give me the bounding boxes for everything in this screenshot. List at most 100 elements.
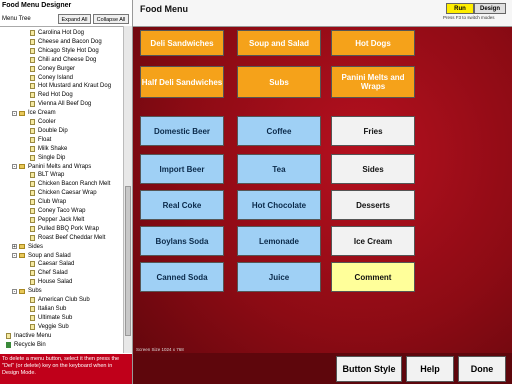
- tree-item[interactable]: Vienna All Beef Dog: [30, 100, 91, 108]
- tree-node-label: Chicken Caesar Wrap: [38, 190, 97, 197]
- menu-button[interactable]: Import Beer: [140, 154, 224, 184]
- menu-button[interactable]: Coffee: [237, 116, 321, 146]
- menu-item-icon: [30, 208, 35, 214]
- tree-item[interactable]: Single Dip: [30, 154, 65, 162]
- tree-item[interactable]: Ultimate Sub: [30, 314, 72, 322]
- menu-button[interactable]: Lemonade: [237, 226, 321, 256]
- tree-node-label: Subs: [28, 288, 42, 295]
- tree-item[interactable]: Double Dip: [30, 127, 68, 135]
- tree-item[interactable]: Red Hot Dog: [30, 91, 73, 99]
- done-button[interactable]: Done: [458, 356, 506, 382]
- help-button[interactable]: Help: [406, 356, 454, 382]
- tree-item[interactable]: Pulled BBQ Pork Wrap: [30, 225, 99, 233]
- tree-item[interactable]: Cheese and Bacon Dog: [30, 38, 102, 46]
- tree-item[interactable]: Milk Shake: [30, 145, 67, 153]
- tree-item[interactable]: Float: [30, 136, 51, 144]
- tree-folder[interactable]: - Ice Cream: [12, 109, 56, 117]
- menu-button[interactable]: Hot Dogs: [331, 30, 415, 56]
- scrollbar-thumb[interactable]: [125, 186, 131, 336]
- tree-folder[interactable]: + Sides: [12, 243, 43, 251]
- menu-button[interactable]: Subs: [237, 66, 321, 98]
- menu-button[interactable]: Tea: [237, 154, 321, 184]
- tree-node-label: Milk Shake: [38, 145, 68, 152]
- tree-node-label: Hot Mustard and Kraut Dog: [38, 83, 112, 90]
- menu-button[interactable]: Canned Soda: [140, 262, 224, 292]
- tree-node-label: Pepper Jack Melt: [38, 216, 85, 223]
- design-mode-button[interactable]: Design: [474, 3, 506, 14]
- menu-button[interactable]: Panini Melts and Wraps: [331, 66, 415, 98]
- menu-button[interactable]: Sides: [331, 154, 415, 184]
- tree-node-label: Cheese and Bacon Dog: [38, 38, 102, 45]
- tree-item[interactable]: Coney Island: [30, 74, 73, 82]
- menu-button[interactable]: Deli Sandwiches: [140, 30, 224, 56]
- tree-item[interactable]: Chicken Bacon Ranch Melt: [30, 180, 110, 188]
- recycle-bin-icon: [6, 341, 11, 348]
- tree-folder[interactable]: - Soup and Salad: [12, 252, 71, 260]
- tree-item[interactable]: Hot Mustard and Kraut Dog: [30, 82, 111, 90]
- menu-item-icon: [30, 297, 35, 303]
- menu-item-icon: [30, 47, 35, 54]
- collapse-all-button[interactable]: Collapse All: [93, 14, 129, 24]
- tree-item[interactable]: Coney Taco Wrap: [30, 207, 85, 215]
- collapse-icon[interactable]: -: [12, 110, 17, 116]
- menu-button[interactable]: Soup and Salad: [237, 30, 321, 56]
- menu-button[interactable]: Real Coke: [140, 190, 224, 220]
- tree-node-label: Float: [38, 136, 52, 143]
- tree-item[interactable]: Chicago Style Hot Dog: [30, 47, 99, 55]
- tree-scrollbar[interactable]: [123, 26, 132, 353]
- tree-node-label: Chili and Cheese Dog: [38, 56, 97, 63]
- menu-button[interactable]: Comment: [331, 262, 415, 292]
- menu-button[interactable]: Desserts: [331, 190, 415, 220]
- menu-button[interactable]: Fries: [331, 116, 415, 146]
- menu-item-icon: [30, 181, 35, 188]
- tree-item[interactable]: Coney Burger: [30, 65, 75, 73]
- menu-item-icon: [30, 154, 35, 161]
- tree-item[interactable]: Chili and Cheese Dog: [30, 56, 96, 64]
- tree-node-label: BLT Wrap: [38, 172, 65, 179]
- menu-button[interactable]: Domestic Beer: [140, 116, 224, 146]
- folder-icon: [19, 244, 25, 250]
- collapse-icon[interactable]: -: [12, 164, 17, 170]
- tree-item[interactable]: Caesar Salad: [30, 260, 74, 268]
- tree-item[interactable]: Veggie Sub: [30, 323, 69, 331]
- expand-all-button[interactable]: Expand All: [58, 14, 91, 24]
- tree-item[interactable]: Italian Sub: [30, 305, 66, 313]
- button-style-button[interactable]: Button Style: [336, 356, 402, 382]
- menu-button[interactable]: Hot Chocolate: [237, 190, 321, 220]
- tree-item[interactable]: House Salad: [30, 278, 72, 286]
- menu-tree-panel: Food Menu Designer Menu Tree Expand All …: [0, 0, 133, 384]
- menu-button[interactable]: Boylans Soda: [140, 226, 224, 256]
- collapse-icon[interactable]: -: [12, 288, 17, 294]
- tree-recycle-bin[interactable]: Recycle Bin: [6, 341, 46, 349]
- mode-switch-hint: Press F3 to switch modes: [443, 15, 495, 20]
- menu-item-icon: [30, 30, 35, 36]
- menu-tree[interactable]: Carolina Hot Dog Cheese and Bacon Dog Chic…: [0, 26, 124, 354]
- menu-tree-label: Menu Tree: [2, 16, 31, 22]
- tree-item[interactable]: Inactive Menu: [6, 332, 51, 340]
- tree-item[interactable]: Club Wrap: [30, 198, 66, 206]
- tree-node-label: Coney Island: [38, 74, 74, 81]
- collapse-icon[interactable]: -: [12, 253, 17, 259]
- tree-node-label: House Salad: [38, 279, 73, 286]
- expand-icon[interactable]: +: [12, 244, 17, 250]
- menu-item-icon: [30, 199, 35, 206]
- menu-button[interactable]: Ice Cream: [331, 226, 415, 256]
- tree-item[interactable]: American Club Sub: [30, 296, 90, 304]
- tree-item[interactable]: Cooler: [30, 118, 56, 126]
- tree-item[interactable]: Chef Salad: [30, 269, 68, 277]
- tree-folder[interactable]: - Panini Melts and Wraps: [12, 163, 91, 171]
- tree-node-label: Double Dip: [38, 127, 68, 134]
- tree-node-label: Carolina Hot Dog: [38, 30, 85, 36]
- tree-item[interactable]: Carolina Hot Dog: [30, 29, 84, 37]
- tree-item[interactable]: Pepper Jack Melt: [30, 216, 84, 224]
- menu-button[interactable]: Juice: [237, 262, 321, 292]
- tree-item[interactable]: Roast Beef Cheddar Melt: [30, 234, 105, 242]
- tree-item[interactable]: Chicken Caesar Wrap: [30, 189, 97, 197]
- menu-item-icon: [30, 261, 35, 268]
- menu-button[interactable]: Half Deli Sandwiches: [140, 66, 224, 98]
- tree-item[interactable]: BLT Wrap: [30, 171, 64, 179]
- run-mode-button[interactable]: Run: [446, 3, 474, 14]
- menu-item-icon: [30, 225, 35, 232]
- tree-folder[interactable]: - Subs: [12, 287, 42, 295]
- menu-item-icon: [30, 56, 35, 63]
